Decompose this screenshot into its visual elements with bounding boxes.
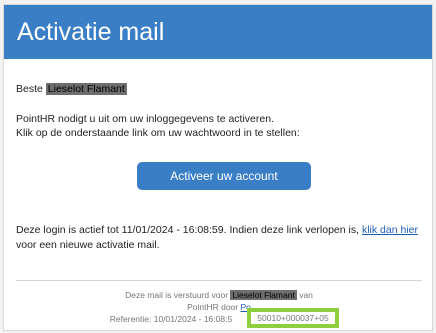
footer-divider	[16, 280, 422, 281]
email-header: Activatie mail	[4, 5, 432, 59]
intro-line-1: PointHR nodigt u uit om uw inloggegevens…	[16, 113, 274, 125]
greeting-prefix: Beste	[16, 83, 43, 95]
reference-prefix: Referentie: 10/01/2024 - 16:08:5	[109, 314, 233, 324]
new-activation-link[interactable]: klik dan hier	[362, 224, 418, 236]
footer-sent-suffix: van	[299, 290, 313, 300]
footer-recipient-name: Lieselot Flamant	[230, 290, 297, 300]
footer-sent-line: Deze mail is verstuurd voor Lieselot Fla…	[4, 290, 432, 301]
recipient-name: Lieselot Flamant	[45, 83, 127, 95]
activate-account-button[interactable]: Activeer uw account	[137, 162, 311, 190]
email-frame: Activatie mail Beste Lieselot Flamant Po…	[3, 4, 433, 331]
greeting-line: Beste Lieselot Flamant	[16, 83, 127, 96]
intro-line-2: Klik op de onderstaande link om uw wacht…	[16, 127, 300, 139]
footer-sent-prefix: Deze mail is verstuurd voor	[125, 290, 229, 300]
reference-highlight: 50010+000037+05	[247, 308, 339, 328]
expiry-line-2: voor een nieuwe activatie mail.	[16, 239, 160, 251]
expiry-text: Deze login is actief tot 11/01/2024 - 16…	[16, 224, 360, 236]
footer-by-line: PointHR door Po	[4, 302, 432, 313]
expiry-line-1: Deze login is actief tot 11/01/2024 - 16…	[16, 224, 418, 237]
email-title: Activatie mail	[17, 18, 165, 46]
footer-by-prefix: PointHR door	[187, 302, 239, 312]
